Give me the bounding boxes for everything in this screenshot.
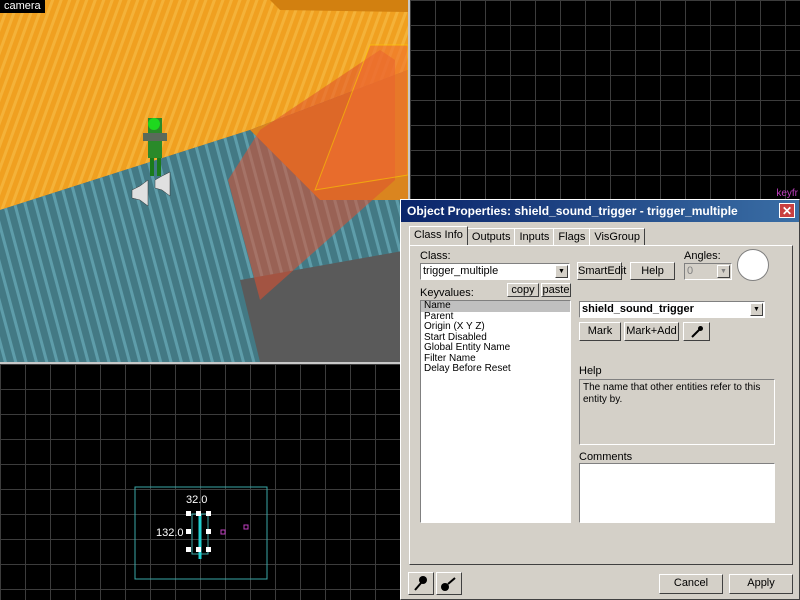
list-item[interactable]: Name bbox=[421, 300, 570, 312]
keyvalues-label: Keyvalues: bbox=[420, 287, 474, 299]
angles-dial[interactable] bbox=[737, 249, 769, 281]
eyedropper-button[interactable] bbox=[683, 322, 710, 341]
comments-textarea[interactable] bbox=[579, 463, 775, 523]
list-item[interactable]: Global Entity Name bbox=[421, 342, 570, 354]
mark-button[interactable]: Mark bbox=[579, 322, 621, 341]
eyedropper-icon bbox=[690, 326, 703, 338]
goto-entity-button[interactable] bbox=[436, 572, 462, 595]
viewport-entity-label: keyfr bbox=[776, 188, 798, 199]
camera-viewport[interactable]: camera bbox=[0, 0, 408, 362]
dialog-titlebar[interactable]: Object Properties: shield_sound_trigger … bbox=[401, 200, 799, 222]
comments-label: Comments bbox=[579, 451, 633, 463]
list-item[interactable]: Origin (X Y Z) bbox=[421, 321, 570, 333]
help-button[interactable]: Help bbox=[630, 262, 675, 280]
help-section-label: Help bbox=[579, 365, 602, 377]
close-icon[interactable]: ✕ bbox=[779, 203, 795, 218]
entity-point-b bbox=[243, 524, 249, 530]
pick-entity-button[interactable] bbox=[408, 572, 434, 595]
tab-outputs[interactable]: Outputs bbox=[466, 228, 516, 245]
tab-flags[interactable]: Flags bbox=[553, 228, 591, 245]
value-select-value: shield_sound_trigger bbox=[582, 303, 694, 315]
apply-button[interactable]: Apply bbox=[729, 574, 793, 594]
entity-pointer-icon bbox=[414, 576, 427, 591]
smartedit-button[interactable]: SmartEdit bbox=[577, 262, 626, 280]
dimension-height-label: 132.0 bbox=[156, 527, 184, 539]
class-select[interactable]: trigger_multiple ▼ bbox=[420, 263, 570, 280]
chevron-down-icon: ▼ bbox=[555, 265, 568, 278]
entity-arrow-icon bbox=[441, 577, 456, 591]
copy-button[interactable]: copy bbox=[507, 283, 539, 297]
bottom-left-viewport[interactable]: 32.0 132.0 bbox=[0, 364, 400, 600]
class-select-value: trigger_multiple bbox=[423, 265, 499, 277]
angles-select-value: 0 bbox=[687, 265, 694, 277]
top-right-viewport[interactable]: keyfr bbox=[410, 0, 800, 200]
object-properties-dialog: Object Properties: shield_sound_trigger … bbox=[400, 199, 800, 600]
dimension-width-label: 32.0 bbox=[186, 494, 208, 506]
angles-label: Angles: bbox=[684, 250, 721, 262]
list-item[interactable]: Delay Before Reset bbox=[421, 363, 570, 375]
class-label: Class: bbox=[420, 250, 451, 262]
tab-class-info[interactable]: Class Info bbox=[409, 226, 468, 246]
class-info-panel: Class: trigger_multiple ▼ SmartEdit Help… bbox=[409, 245, 793, 565]
bottom-left-drawing bbox=[134, 486, 268, 580]
tab-strip: Class Info Outputs Inputs Flags VisGroup bbox=[409, 226, 645, 246]
value-select[interactable]: shield_sound_trigger ▼ bbox=[579, 301, 765, 318]
camera-label: camera bbox=[0, 0, 45, 13]
dialog-title: Object Properties: shield_sound_trigger … bbox=[407, 204, 738, 218]
tab-inputs[interactable]: Inputs bbox=[514, 228, 555, 245]
chevron-down-icon: ▼ bbox=[717, 265, 730, 278]
chevron-down-icon: ▼ bbox=[750, 303, 763, 316]
entity-point-a bbox=[220, 529, 226, 535]
mark-add-button[interactable]: Mark+Add bbox=[624, 322, 679, 341]
keyvalues-list[interactable]: Name Parent Origin (X Y Z) Start Disable… bbox=[420, 300, 571, 523]
paste-button[interactable]: paste bbox=[541, 283, 571, 297]
cancel-button[interactable]: Cancel bbox=[659, 574, 723, 594]
tab-visgroup[interactable]: VisGroup bbox=[589, 228, 645, 245]
angles-select[interactable]: 0 ▼ bbox=[684, 263, 732, 280]
camera-scene bbox=[0, 0, 408, 362]
help-text-box: The name that other entities refer to th… bbox=[579, 379, 775, 445]
